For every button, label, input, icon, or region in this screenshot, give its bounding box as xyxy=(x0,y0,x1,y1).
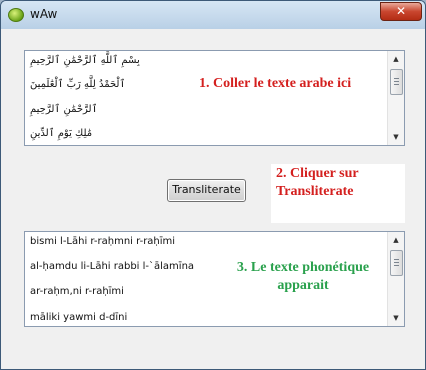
close-icon: ✕ xyxy=(395,4,407,18)
step1-annotation: 1. Coller le texte arabe ici xyxy=(199,76,352,91)
input-line-1: بِسْمِ ٱللَّهِ ٱلرَّحْمَٰنِ ٱلرَّحِيمِ xyxy=(30,55,140,66)
output-line-4: māliki yawmi d-dīni xyxy=(30,312,128,323)
arabic-input-textbox[interactable]: بِسْمِ ٱللَّهِ ٱلرَّحْمَٰنِ ٱلرَّحِيمِ ٱ… xyxy=(24,50,405,146)
arrow-up-icon[interactable]: ▲ xyxy=(388,52,404,66)
window-title: wAw xyxy=(30,7,58,21)
output-line-1: bismi l-Lāhi r-raḥmni r-raḥīmi xyxy=(30,236,176,247)
input-scrollbar[interactable]: ▲ ▼ xyxy=(387,51,404,145)
step3-annotation-line2: apparait xyxy=(277,278,329,293)
app-icon xyxy=(8,8,24,22)
step2-annotation-line1: 2. Cliquer sur xyxy=(276,166,359,181)
step2-annotation-line2: Transliterate xyxy=(276,184,354,199)
step3-annotation-line1: 3. Le texte phonétique xyxy=(236,260,370,275)
output-line-2: al-ḥamdu li-Lāhi rabbi l-`ālamīna xyxy=(30,261,195,272)
step2-annotation-box: 2. Cliquer sur Transliterate xyxy=(271,164,405,223)
phonetic-output-textbox[interactable]: bismi l-Lāhi r-raḥmni r-raḥīmi al-ḥamdu … xyxy=(24,231,405,327)
client-area: بِسْمِ ٱللَّهِ ٱلرَّحْمَٰنِ ٱلرَّحِيمِ ٱ… xyxy=(8,29,418,362)
arrow-down-icon[interactable]: ▼ xyxy=(388,311,404,325)
arrow-up-icon[interactable]: ▲ xyxy=(388,233,404,247)
output-line-3: ar-raḥm‚ni r-raḥīmi xyxy=(30,286,124,297)
output-scrollbar[interactable]: ▲ ▼ xyxy=(387,232,404,326)
app-window: wAw ✕ بِسْمِ ٱللَّهِ ٱلرَّحْمَٰنِ ٱلرَّح… xyxy=(0,0,426,370)
close-button[interactable]: ✕ xyxy=(380,2,422,21)
input-line-3: ٱلرَّحْمَٰنِ ٱلرَّحِيمِ xyxy=(30,104,98,115)
title-bar[interactable]: wAw ✕ xyxy=(1,1,425,29)
input-line-2: ٱلْحَمْدُ لِلَّهِ رَبِّ ٱلْعَٰلَمِينَ xyxy=(30,79,126,90)
scroll-thumb[interactable] xyxy=(390,69,403,95)
input-line-4: مَٰلِكِ يَوْمِ ٱلدِّينِ xyxy=(30,128,93,139)
scroll-thumb[interactable] xyxy=(390,250,403,276)
arrow-down-icon[interactable]: ▼ xyxy=(388,130,404,144)
transliterate-button[interactable]: Transliterate xyxy=(167,179,246,202)
